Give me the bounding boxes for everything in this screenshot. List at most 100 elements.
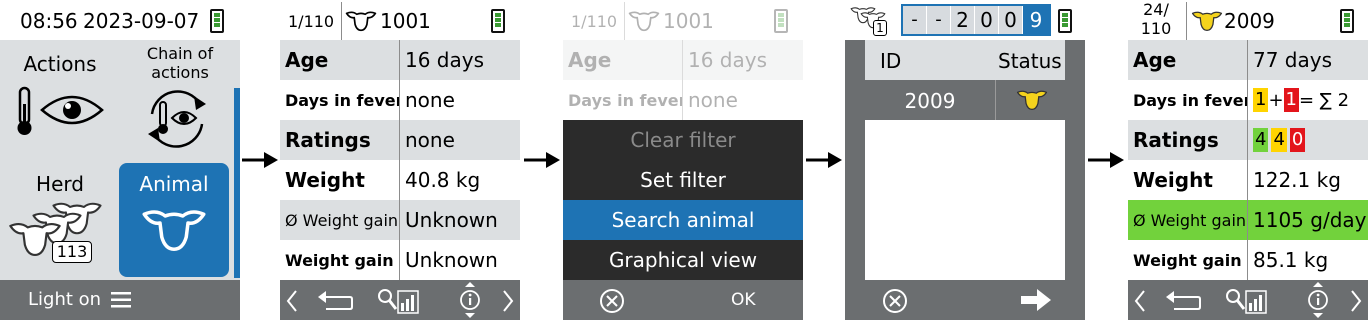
row-value: 1105 g/day — [1253, 208, 1367, 232]
row-id: 2009 — [904, 89, 956, 113]
row-avg-weight-gain: Ø Weight gain 1105 g/day — [1128, 200, 1368, 240]
row-label: Days in fever — [280, 80, 400, 120]
col-id: ID — [880, 49, 902, 73]
hamburger-icon[interactable] — [111, 292, 131, 308]
info-icon[interactable] — [458, 281, 482, 319]
row-value: 77 days — [1253, 48, 1333, 72]
digit-5[interactable]: 0 — [999, 6, 1023, 34]
bottom-bar: Light on — [0, 280, 240, 320]
col-status: Status — [998, 49, 1062, 73]
status-bar: 1/110 1001 — [563, 0, 803, 40]
row-label: Days in fever — [1128, 80, 1248, 120]
row-ratings: Ratings 4 4 0 — [1128, 120, 1368, 160]
cycle-icon — [148, 90, 206, 148]
chain-label-line2: actions — [151, 63, 209, 82]
flow-arrow-1 — [242, 152, 278, 168]
table-row[interactable]: 2009 — [865, 80, 1065, 120]
info-icon[interactable] — [1306, 281, 1330, 319]
actions-label: Actions — [23, 52, 97, 76]
id-entry-field[interactable]: - - 2 0 0 9 — [901, 4, 1051, 36]
bottom-bar: OK — [563, 280, 803, 320]
cancel-icon[interactable] — [599, 288, 625, 314]
status-bar: 1 - - 2 0 0 9 — [845, 0, 1085, 40]
animal-counter: 1/110 — [288, 12, 335, 31]
status-bar: 08:56 2023-09-07 — [0, 0, 240, 40]
popup-menu: Clear filter Set filter Search animal Gr… — [563, 120, 803, 280]
row-age: Age 16 days — [280, 40, 520, 80]
row-label: Ø Weight gain — [1128, 200, 1248, 240]
row-weight: Weight 122.1 kg — [1128, 160, 1368, 200]
menu-item-set-filter[interactable]: Set filter — [563, 160, 803, 200]
digit-2[interactable]: - — [927, 6, 951, 34]
row-value: none — [688, 88, 738, 112]
status-bar: 1/110 1001 — [280, 0, 520, 40]
animal-menu-screen: 1/110 1001 Age 16 days Days in fever none … — [563, 0, 803, 320]
fever-value: 1 +1 = ∑ 2 — [1248, 80, 1368, 120]
animal-tile[interactable]: Animal — [119, 163, 229, 277]
row-label: Weight — [280, 160, 400, 200]
chain-of-actions-tile[interactable]: Chain of actions — [120, 40, 240, 160]
cow-icon — [344, 10, 378, 32]
counter-top: 24/ — [1143, 0, 1169, 19]
rating-red: 0 — [1289, 128, 1306, 152]
scrollbar[interactable] — [234, 88, 240, 278]
row-days-in-fever: Days in fever none — [563, 80, 803, 120]
cancel-icon[interactable] — [882, 288, 908, 314]
chevron-right-icon[interactable] — [1350, 290, 1362, 312]
row-label: Ø Weight gain — [280, 200, 400, 240]
digit-4[interactable]: 0 — [975, 6, 999, 34]
flow-arrow-3 — [806, 152, 842, 168]
status-bar: 24/ 110 2009 — [1128, 0, 1368, 40]
row-avg-weight-gain: Ø Weight gain Unknown — [280, 200, 520, 240]
fever-sum: = ∑ 2 — [1299, 89, 1350, 111]
row-label: Days in fever — [563, 80, 683, 120]
search-animal-screen: 1 - - 2 0 0 9 ID Status 2009 — [845, 0, 1085, 320]
row-value: none — [405, 128, 455, 152]
animal-id: 2009 — [1224, 9, 1275, 33]
chevron-left-icon[interactable] — [286, 290, 298, 312]
actions-tile[interactable]: Actions — [0, 40, 120, 160]
row-value: 85.1 kg — [1253, 248, 1329, 272]
menu-item-search-animal[interactable]: Search animal — [563, 200, 803, 240]
row-age: Age 16 days — [563, 40, 803, 80]
light-button[interactable]: Light on — [28, 289, 101, 310]
animal-label: Animal — [139, 172, 209, 196]
battery-icon — [210, 9, 224, 33]
fever-count-a: 1 — [1253, 88, 1269, 112]
row-ratings: Ratings none — [280, 120, 520, 160]
row-label: Weight — [1128, 160, 1248, 200]
search-stats-icon[interactable] — [1224, 287, 1268, 315]
arrow-right-icon[interactable] — [1021, 289, 1051, 311]
animal-2009-screen: 24/ 110 2009 Age 77 days Days in fever 1 +… — [1128, 0, 1368, 320]
digit-6-active[interactable]: 9 — [1023, 6, 1049, 34]
cow-status-icon — [1190, 9, 1224, 33]
row-days-in-fever: Days in fever 1 +1 = ∑ 2 — [1128, 80, 1368, 120]
search-stats-icon[interactable] — [376, 287, 420, 315]
bottom-bar — [280, 280, 520, 320]
row-weight: Weight 40.8 kg — [280, 160, 520, 200]
chevron-left-icon[interactable] — [1134, 290, 1146, 312]
search-results: ID Status 2009 — [865, 40, 1065, 280]
ok-button[interactable]: OK — [731, 290, 756, 310]
chevron-right-icon[interactable] — [502, 290, 514, 312]
herd-badge: 1 — [873, 20, 887, 36]
digit-3[interactable]: 2 — [951, 6, 975, 34]
back-icon[interactable] — [316, 289, 354, 311]
date: 2023-09-07 — [83, 9, 200, 33]
rating-yellow: 4 — [1271, 128, 1287, 152]
bottom-bar — [1128, 280, 1368, 320]
row-weight-gain: Weight gain 85.1 kg — [1128, 240, 1368, 280]
herd-tile[interactable]: Herd 113 — [0, 160, 120, 280]
animal-id: 1001 — [380, 9, 431, 33]
row-label: Ratings — [1128, 120, 1248, 160]
menu-item-clear-filter[interactable]: Clear filter — [563, 120, 803, 160]
row-label: Weight gain — [280, 240, 400, 280]
back-icon[interactable] — [1164, 289, 1202, 311]
animal-detail-screen: 1/110 1001 Age 16 days Days in fever none … — [280, 0, 520, 320]
digit-1[interactable]: - — [903, 6, 927, 34]
status-cow-icon — [1015, 88, 1049, 112]
row-label: Age — [563, 40, 683, 80]
row-label: Age — [280, 40, 400, 80]
ratings-value: 4 4 0 — [1248, 120, 1368, 160]
menu-item-graphical-view[interactable]: Graphical view — [563, 240, 803, 280]
